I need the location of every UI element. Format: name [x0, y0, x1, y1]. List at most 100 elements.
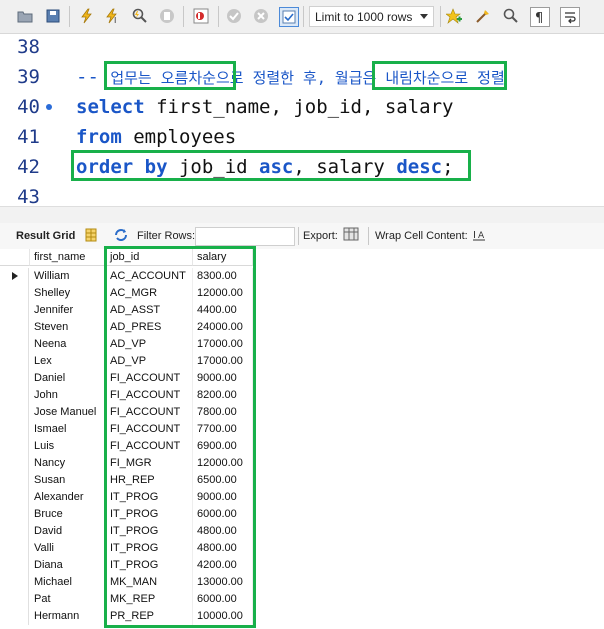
table-row[interactable]: Nancy FI_MGR 12000.00: [0, 455, 604, 472]
row-header[interactable]: [0, 404, 29, 421]
cell-first-name[interactable]: Michael: [30, 574, 106, 591]
export-label: Export:: [303, 230, 338, 242]
table-row[interactable]: William AC_ACCOUNT 8300.00: [0, 268, 604, 285]
table-row[interactable]: Jose Manuel FI_ACCOUNT 7800.00: [0, 404, 604, 421]
line-number: 39: [17, 66, 40, 88]
wrap-cell-icon[interactable]: IA: [472, 228, 486, 245]
table-row[interactable]: Diana IT_PROG 4200.00: [0, 557, 604, 574]
cell-first-name[interactable]: Jennifer: [30, 302, 106, 319]
filter-rows-input[interactable]: [195, 227, 295, 246]
table-row[interactable]: John FI_ACCOUNT 8200.00: [0, 387, 604, 404]
cell-first-name[interactable]: Steven: [30, 319, 106, 336]
table-row[interactable]: Steven AD_PRES 24000.00: [0, 319, 604, 336]
row-header[interactable]: [0, 574, 29, 591]
commit-icon[interactable]: [225, 7, 243, 25]
table-row[interactable]: David IT_PROG 4800.00: [0, 523, 604, 540]
autocommit-icon[interactable]: [279, 7, 299, 27]
row-header[interactable]: [0, 455, 29, 472]
row-header[interactable]: [0, 472, 29, 489]
row-header[interactable]: [0, 608, 29, 625]
sql-editor[interactable]: 38 39 -- 업무는 오름차순으로 정렬한 후, 월급은 내림차순으로 정렬…: [0, 34, 604, 204]
cell-first-name[interactable]: Daniel: [30, 370, 106, 387]
toolbar-separator: [69, 6, 70, 27]
table-row[interactable]: Neena AD_VP 17000.00: [0, 336, 604, 353]
row-header[interactable]: [0, 387, 29, 404]
svg-text:I: I: [114, 16, 116, 24]
table-row[interactable]: Hermann PR_REP 10000.00: [0, 608, 604, 625]
toolbar-separator: [368, 227, 369, 245]
row-header[interactable]: [0, 557, 29, 574]
limit-rows-select[interactable]: Limit to 1000 rows: [309, 6, 434, 27]
cell-first-name[interactable]: Neena: [30, 336, 106, 353]
cell-first-name[interactable]: Bruce: [30, 506, 106, 523]
stop-icon[interactable]: [158, 7, 176, 25]
cell-first-name[interactable]: Jose Manuel: [30, 404, 106, 421]
invisible-chars-icon[interactable]: ¶: [530, 7, 550, 27]
row-header[interactable]: [0, 506, 29, 523]
cell-first-name[interactable]: William: [30, 268, 106, 285]
grid-view-icon[interactable]: [85, 228, 97, 245]
wrap-icon[interactable]: [560, 7, 580, 27]
table-row[interactable]: Daniel FI_ACCOUNT 9000.00: [0, 370, 604, 387]
row-header[interactable]: [0, 523, 29, 540]
cell-first-name[interactable]: Hermann: [30, 608, 106, 625]
cell-first-name[interactable]: Pat: [30, 591, 106, 608]
row-header[interactable]: [0, 591, 29, 608]
cell-first-name[interactable]: Susan: [30, 472, 106, 489]
toolbar-separator: [303, 6, 304, 27]
result-grid[interactable]: first_name job_id salary William AC_ACCOU…: [0, 246, 604, 629]
row-header[interactable]: [0, 370, 29, 387]
panel-splitter[interactable]: [0, 206, 604, 224]
table-row[interactable]: Ismael FI_ACCOUNT 7700.00: [0, 421, 604, 438]
cell-first-name[interactable]: Ismael: [30, 421, 106, 438]
table-row[interactable]: Susan HR_REP 6500.00: [0, 472, 604, 489]
refresh-icon[interactable]: [113, 228, 129, 245]
row-header[interactable]: [0, 302, 29, 319]
cell-first-name[interactable]: Alexander: [30, 489, 106, 506]
table-row[interactable]: Valli IT_PROG 4800.00: [0, 540, 604, 557]
add-snippet-icon[interactable]: [445, 7, 463, 25]
row-header[interactable]: [0, 489, 29, 506]
row-header[interactable]: [0, 421, 29, 438]
beautify-icon[interactable]: [474, 7, 492, 25]
code-text: employees: [121, 126, 237, 148]
save-icon[interactable]: [44, 7, 62, 25]
table-row[interactable]: Pat MK_REP 6000.00: [0, 591, 604, 608]
current-row-arrow-icon: [12, 272, 18, 280]
cell-first-name[interactable]: Luis: [30, 438, 106, 455]
row-header[interactable]: [0, 319, 29, 336]
execute-current-icon[interactable]: I: [104, 7, 122, 25]
cell-first-name[interactable]: David: [30, 523, 106, 540]
cell-first-name[interactable]: Shelley: [30, 285, 106, 302]
table-row[interactable]: Jennifer AD_ASST 4400.00: [0, 302, 604, 319]
result-grid-tab[interactable]: Result Grid: [16, 230, 75, 242]
export-icon[interactable]: [343, 227, 361, 246]
table-row[interactable]: Luis FI_ACCOUNT 6900.00: [0, 438, 604, 455]
table-row[interactable]: Michael MK_MAN 13000.00: [0, 574, 604, 591]
toggle-error-icon[interactable]: [192, 7, 210, 25]
cell-first-name[interactable]: John: [30, 387, 106, 404]
highlight-box: [71, 150, 471, 181]
table-row[interactable]: Alexander IT_PROG 9000.00: [0, 489, 604, 506]
row-header[interactable]: [0, 285, 29, 302]
folder-open-icon[interactable]: [16, 7, 34, 25]
row-header[interactable]: [0, 268, 29, 285]
rollback-icon[interactable]: [252, 7, 270, 25]
row-header[interactable]: [0, 336, 29, 353]
table-row[interactable]: Bruce IT_PROG 6000.00: [0, 506, 604, 523]
cell-first-name[interactable]: Nancy: [30, 455, 106, 472]
cell-first-name[interactable]: Diana: [30, 557, 106, 574]
cell-first-name[interactable]: Lex: [30, 353, 106, 370]
table-row[interactable]: Lex AD_VP 17000.00: [0, 353, 604, 370]
table-row[interactable]: Shelley AC_MGR 12000.00: [0, 285, 604, 302]
cell-first-name[interactable]: Valli: [30, 540, 106, 557]
column-header-first-name[interactable]: first_name: [30, 249, 106, 266]
find-icon[interactable]: [502, 7, 520, 25]
row-header[interactable]: [0, 438, 29, 455]
breakpoint-dot[interactable]: [46, 104, 52, 110]
row-header[interactable]: [0, 540, 29, 557]
row-header[interactable]: [0, 353, 29, 370]
execute-icon[interactable]: [78, 7, 96, 25]
highlight-box: [104, 61, 236, 90]
explain-icon[interactable]: [131, 7, 149, 25]
